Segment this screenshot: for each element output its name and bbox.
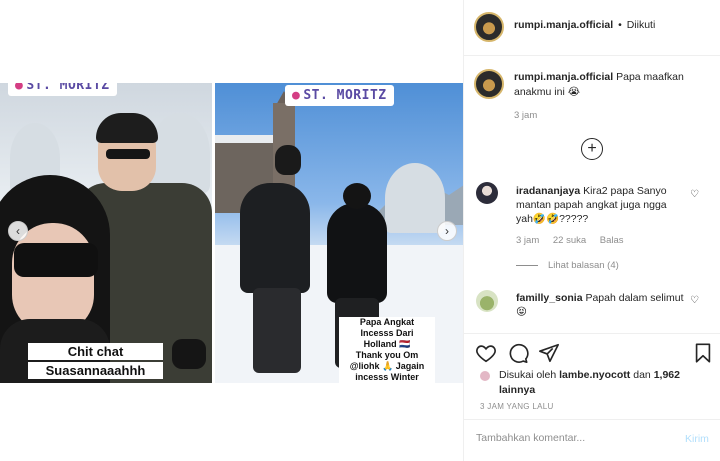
liked-by-prefix: Disukai oleh xyxy=(499,369,557,381)
view-replies-label: Lihat balasan (4) xyxy=(548,260,619,271)
comment-icon[interactable] xyxy=(507,342,529,364)
story-caption-right: Papa Angkat Incesss Dari Holland 🇳🇱 Than… xyxy=(339,317,435,383)
woman-face xyxy=(12,223,94,333)
post-comment-button[interactable]: Kirim xyxy=(685,433,709,445)
comment-username[interactable]: iradananjaya xyxy=(516,185,580,197)
previous-slide-button[interactable]: ‹ xyxy=(8,221,28,241)
walking-woman-head xyxy=(343,183,371,209)
caption-line: Suasannaaahhh xyxy=(28,362,163,379)
comment-input[interactable] xyxy=(476,432,666,444)
heart-icon[interactable] xyxy=(475,342,497,364)
story-collage: ● ST. MORITZ Chit chat Suasannaaahhh ● ST.… xyxy=(0,83,463,383)
man-glasses xyxy=(106,149,150,159)
beanie xyxy=(96,113,158,143)
tree xyxy=(150,113,210,193)
comment: familly_sonia Papah dalam selimut 😝 xyxy=(516,291,686,319)
walking-man xyxy=(240,183,310,293)
comment-like-heart-icon[interactable]: ♡ xyxy=(690,189,699,200)
caption-line: @liohk 🙏 Jagain xyxy=(339,361,435,372)
post-caption: rumpi.manja.official Papa maafkan anakmu… xyxy=(514,70,709,100)
replies-line xyxy=(516,264,538,266)
location-pin-icon: ● xyxy=(15,83,24,93)
next-slide-button[interactable]: › xyxy=(437,221,457,241)
liker-avatar[interactable] xyxy=(479,370,491,382)
comment-bar: Kirim xyxy=(464,419,720,461)
liked-by-middle: dan xyxy=(633,369,651,381)
tree xyxy=(385,163,445,233)
location-sticker: ● ST. MORITZ xyxy=(285,85,394,106)
liked-by-user[interactable]: lambe.nyocott xyxy=(559,369,630,381)
bookmark-icon[interactable] xyxy=(692,342,714,364)
actions-divider xyxy=(464,333,720,334)
commenter-avatar[interactable] xyxy=(476,182,498,204)
load-more-comments-button[interactable]: + xyxy=(581,138,603,160)
right-photo: ● ST. MORITZ Papa Angkat Incesss Dari Hol… xyxy=(215,83,463,383)
comment-likes[interactable]: 22 suka xyxy=(553,235,586,246)
woman-sunglasses xyxy=(14,243,98,277)
view-replies-button[interactable]: Lihat balasan (4) xyxy=(516,260,619,271)
caption-username[interactable]: rumpi.manja.official xyxy=(514,71,613,83)
avatar[interactable] xyxy=(474,12,504,42)
caption-line: incesss Winter Holiday xyxy=(339,372,435,383)
post-sidebar: rumpi.manja.official • Diikuti rumpi.man… xyxy=(463,0,720,461)
post-date[interactable]: 3 JAM YANG LALU xyxy=(480,402,554,411)
plus-icon: + xyxy=(587,140,597,157)
comment: iradananjaya Kira2 papa Sanyo mantan pap… xyxy=(516,184,686,226)
caption-line: Holland 🇳🇱 xyxy=(339,339,435,350)
caption-line: Thank you Om xyxy=(339,350,435,361)
story-caption-left: Chit chat Suasannaaahhh xyxy=(28,343,163,381)
reply-button[interactable]: Balas xyxy=(600,235,624,246)
caption-line: Chit chat xyxy=(28,343,163,360)
comment-like-heart-icon[interactable]: ♡ xyxy=(690,295,699,306)
location-label: ST. MORITZ xyxy=(303,88,387,103)
caption-avatar[interactable] xyxy=(474,69,504,99)
follow-status[interactable]: Diikuti xyxy=(627,19,656,31)
comment-time[interactable]: 3 jam xyxy=(516,235,539,246)
location-sticker: ● ST. MORITZ xyxy=(8,83,117,96)
glove xyxy=(172,339,206,369)
walking-man-head xyxy=(275,145,301,175)
header-text: rumpi.manja.official • Diikuti xyxy=(514,19,655,31)
walking-woman xyxy=(327,203,387,303)
caption-line: Incesss Dari xyxy=(339,328,435,339)
caption-time[interactable]: 3 jam xyxy=(514,110,537,121)
liked-by: Disukai oleh lambe.nyocott dan 1,962 lai… xyxy=(499,368,699,398)
post-media: ● ST. MORITZ Chit chat Suasannaaahhh ● ST.… xyxy=(0,0,463,461)
left-photo: ● ST. MORITZ Chit chat Suasannaaahhh xyxy=(0,83,212,383)
caption-line: Papa Angkat xyxy=(339,317,435,328)
commenter-avatar[interactable] xyxy=(476,290,498,312)
walking-man-legs xyxy=(253,288,301,373)
share-icon[interactable] xyxy=(538,342,560,364)
chevron-right-icon: › xyxy=(445,224,449,238)
comment-meta: 3 jam 22 suka Balas xyxy=(516,235,635,246)
header-username[interactable]: rumpi.manja.official xyxy=(514,19,613,31)
chevron-left-icon: ‹ xyxy=(16,224,20,238)
separator: • xyxy=(618,19,622,31)
location-pin-icon: ● xyxy=(292,88,301,103)
post-header: rumpi.manja.official • Diikuti xyxy=(464,0,720,56)
location-label: ST. MORITZ xyxy=(26,83,110,93)
comment-username[interactable]: familly_sonia xyxy=(516,292,583,304)
